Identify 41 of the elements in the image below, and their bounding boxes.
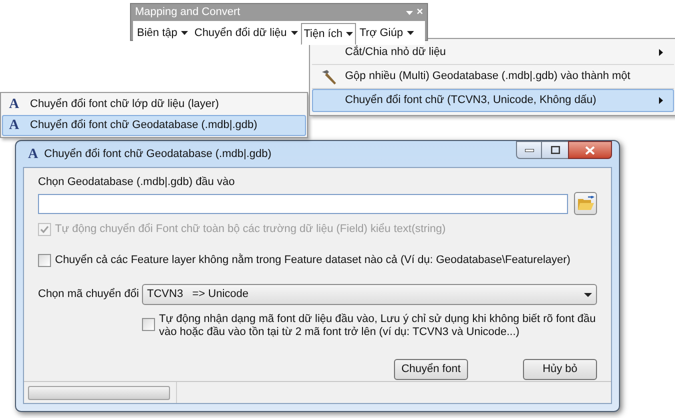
conversion-dropdown[interactable]: TCVN3 => Unicode bbox=[142, 284, 597, 305]
checkbox[interactable] bbox=[142, 318, 155, 331]
menu-button[interactable]: Chuyển đổi dữ liệu bbox=[191, 23, 301, 43]
submenu-arrow-icon bbox=[659, 97, 663, 104]
folder-icon bbox=[576, 196, 594, 211]
checkbox-label: Tự động nhận dạng mã font dữ liệu đầu vào, Lưu ý chỉ sử dụng khi không biết rõ font đầu vào hoặc đầu vào tồn tại từ 2 mã font trở lên (ví dụ: TCVN3 và Unicode...) bbox=[159, 313, 597, 339]
caret-icon bbox=[406, 31, 414, 35]
convert-button[interactable]: Chuyển font bbox=[394, 359, 468, 380]
hammer-icon bbox=[320, 68, 338, 86]
maximize-icon bbox=[550, 146, 560, 154]
font-icon: A bbox=[9, 98, 25, 111]
caret-icon bbox=[181, 31, 188, 35]
browse-button[interactable] bbox=[574, 192, 597, 215]
caret-icon bbox=[346, 32, 354, 36]
menu-item[interactable]: Chuyển đổi font chữ (TCVN3, Unicode, Không dấu) bbox=[312, 89, 674, 112]
font-icon: A bbox=[9, 119, 25, 132]
maximize-button[interactable] bbox=[542, 141, 568, 159]
minimize-button[interactable] bbox=[516, 141, 542, 159]
menu-item[interactable]: A Chuyển đổi font chữ lớp dữ liệu (layer) bbox=[2, 94, 306, 115]
checkbox-label: Chuyển cả các Feature layer không nằm trong Feature dataset nào cả (Ví dụ: Geodatabase\Featurelayer) bbox=[55, 254, 570, 267]
toolbar-title: Mapping and Convert bbox=[135, 6, 240, 19]
checkbox[interactable] bbox=[38, 254, 51, 267]
close-icon bbox=[585, 146, 595, 154]
menu-item[interactable]: Gộp nhiều (Multi) Geodatabase (.mdb|.gdb) vào thành một bbox=[312, 65, 674, 88]
window-title: Chuyển đổi font chữ Geodatabase (.mdb|.gdb) bbox=[44, 148, 272, 160]
caret-icon bbox=[290, 31, 298, 35]
menu-button[interactable]: Trợ Giúp bbox=[356, 23, 417, 43]
input-label: Chọn Geodatabase (.mdb|.gdb) đầu vào bbox=[38, 176, 236, 189]
caret-icon bbox=[406, 10, 413, 14]
checkbox-label: Tự động chuyển đổi Font chữ toàn bộ các trường dữ liệu (Field) kiểu text(string) bbox=[55, 223, 446, 236]
submenu-arrow-icon bbox=[659, 49, 663, 56]
minimize-icon bbox=[524, 148, 534, 152]
font-icon: A bbox=[28, 148, 38, 160]
menu-button[interactable]: Tiện ích bbox=[300, 23, 356, 45]
conversion-label: Chọn mã chuyển đổi bbox=[38, 288, 139, 300]
dropdown-arrow-icon bbox=[584, 292, 592, 296]
close-button[interactable] bbox=[568, 141, 612, 159]
menu-item[interactable]: A Chuyển đổi font chữ Geodatabase (.mdb|.gdb) bbox=[2, 115, 306, 136]
cancel-button[interactable]: Hủy bỏ bbox=[523, 359, 597, 380]
menu-button[interactable]: Biên tập bbox=[134, 23, 192, 43]
geodatabase-path-field[interactable] bbox=[38, 194, 568, 214]
